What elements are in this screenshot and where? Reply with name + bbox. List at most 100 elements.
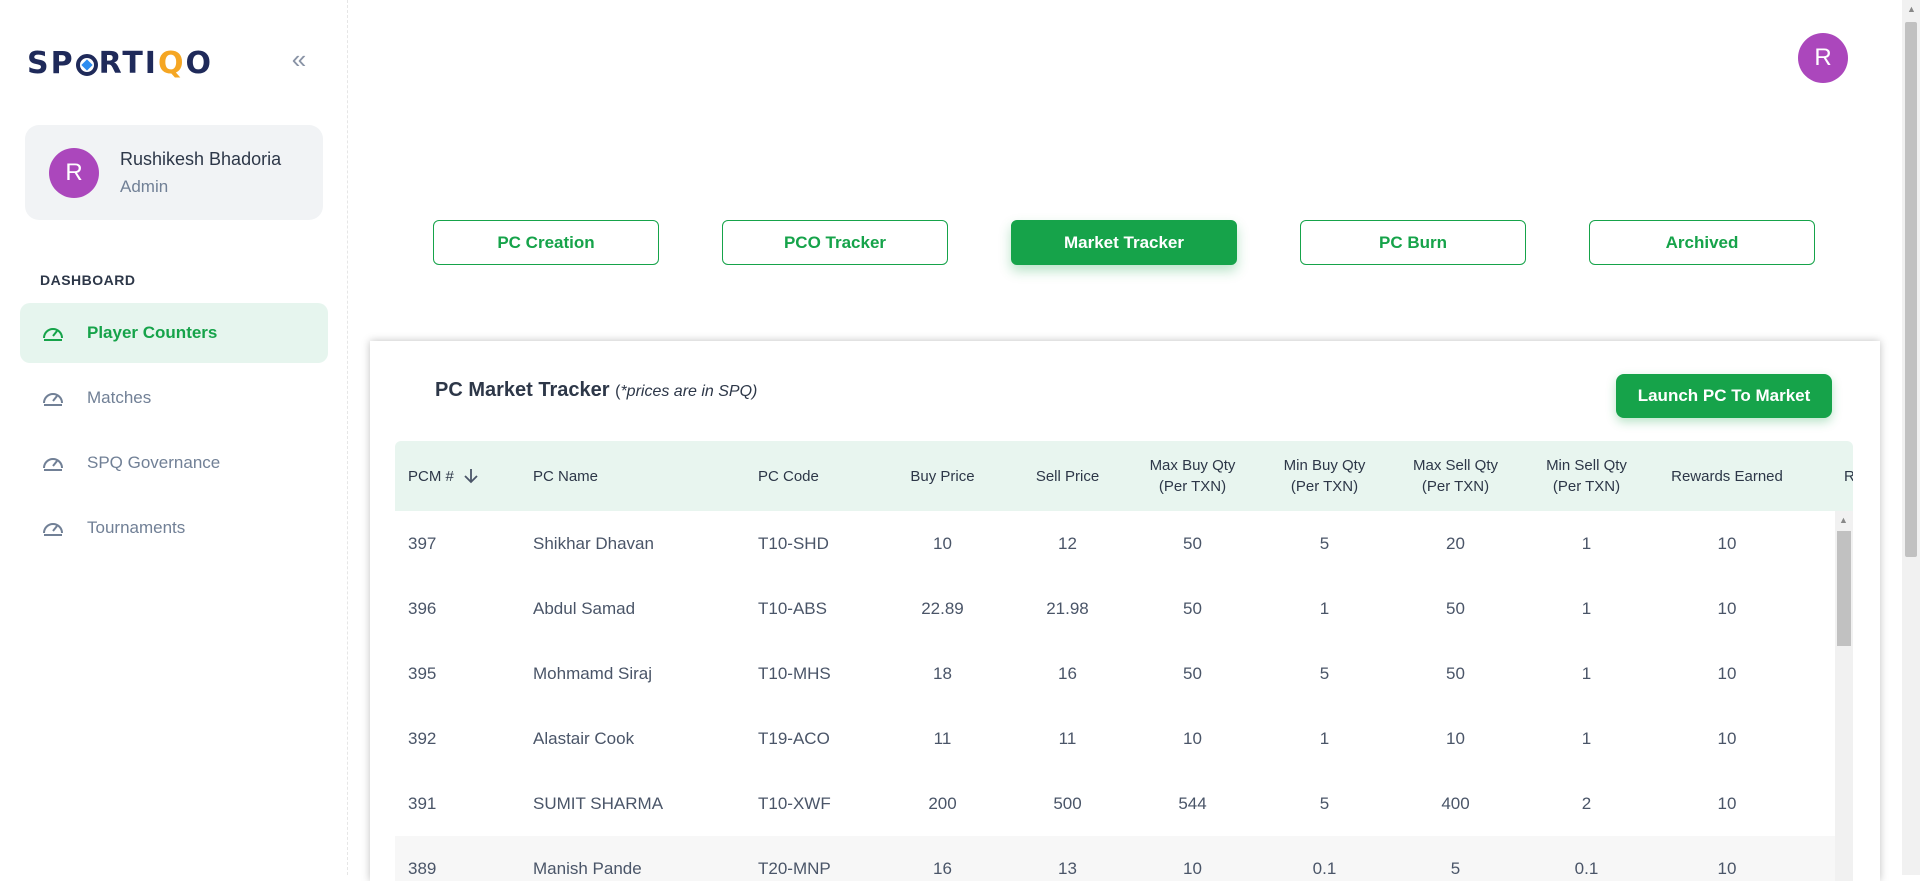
- cell-rewards-earned: 10: [1717, 534, 1737, 553]
- cell-pc-code: T10-XWF: [758, 794, 831, 813]
- scrollbar-thumb[interactable]: [1905, 22, 1917, 557]
- cell-pc-code: T10-MHS: [758, 664, 831, 683]
- cell-sell-price: 12: [1058, 534, 1077, 553]
- cell-pcm: 397: [408, 534, 437, 553]
- user-card: R Rushikesh Bhadoria Admin: [25, 125, 323, 220]
- table-row[interactable]: 397 Shikhar Dhavan T10-SHD 10 12 50 5 20 1 10: [395, 511, 1835, 577]
- cell-max-sell-qty: 50: [1446, 664, 1465, 683]
- cell-pc-name: Manish Pande: [533, 859, 642, 878]
- cell-buy-price: 200: [928, 794, 957, 813]
- cell-sell-price: 11: [1058, 729, 1077, 748]
- cell-pcm: 389: [408, 859, 437, 878]
- cell-max-sell-qty: 20: [1446, 534, 1465, 553]
- cell-min-buy-qty: 0.1: [1312, 859, 1337, 878]
- cell-pc-code: T10-SHD: [758, 534, 829, 553]
- cell-pc-code: T19-ACO: [758, 729, 830, 748]
- market-tracker-card: PC Market Tracker (*prices are in SPQ) L…: [370, 341, 1880, 881]
- cell-rewards-earned: 10: [1717, 859, 1737, 878]
- cell-max-buy-qty: 10: [1183, 729, 1202, 748]
- cell-max-sell-qty: 5: [1450, 859, 1461, 878]
- cell-min-sell-qty: 1: [1581, 729, 1592, 748]
- cell-buy-price: 10: [933, 534, 952, 553]
- cell-max-sell-qty: 400: [1441, 794, 1470, 813]
- speedometer-icon: [43, 328, 63, 341]
- page-scrollbar[interactable]: ▲: [1902, 0, 1920, 875]
- cell-pc-code: T10-ABS: [758, 599, 827, 618]
- column-header-pc-name: PC Name: [533, 467, 599, 485]
- column-header-max-sell-qty: Max Sell Qty (Per TXN): [1412, 457, 1499, 495]
- cell-rewards-earned: 10: [1717, 794, 1737, 813]
- scroll-up-arrow-icon[interactable]: ▲: [1907, 4, 1916, 14]
- cell-pc-name: Mohmamd Siraj: [533, 664, 653, 683]
- cell-pc-name: Abdul Samad: [533, 599, 636, 618]
- launch-pc-to-market-button[interactable]: Launch PC To Market: [1616, 374, 1832, 418]
- cell-max-buy-qty: 10: [1183, 859, 1202, 878]
- tab-pc-creation[interactable]: PC Creation: [433, 220, 659, 265]
- cell-buy-price: 18: [933, 664, 952, 683]
- price-note: (*prices are in SPQ): [615, 383, 758, 400]
- sidebar-item-label: Tournaments: [87, 518, 186, 537]
- market-table: PCM # PC Name PC Code Buy Price Sell Pri…: [395, 441, 1853, 881]
- cell-buy-price: 22.89: [921, 599, 964, 618]
- column-header-buy-price: Buy Price: [910, 467, 975, 485]
- cell-rewards-earned: 10: [1717, 729, 1737, 748]
- cell-buy-price: 16: [933, 859, 952, 878]
- cell-max-sell-qty: 10: [1446, 729, 1465, 748]
- user-name: Rushikesh Bhadoria: [120, 149, 282, 169]
- column-header-min-buy-qty: Min Buy Qty (Per TXN): [1283, 457, 1366, 495]
- cell-max-buy-qty: 544: [1178, 794, 1207, 813]
- cell-min-sell-qty: 1: [1581, 534, 1592, 553]
- tab-pco-tracker[interactable]: PCO Tracker: [722, 220, 948, 265]
- tab-archived[interactable]: Archived: [1589, 220, 1815, 265]
- sidebar-item-tournaments[interactable]: Tournaments: [20, 498, 328, 558]
- column-header-min-sell-qty: Min Sell Qty (Per TXN): [1546, 457, 1627, 495]
- cell-max-sell-qty: 50: [1446, 599, 1465, 618]
- sidebar-item-matches[interactable]: Matches: [20, 368, 328, 428]
- cell-min-buy-qty: 5: [1319, 664, 1330, 683]
- tab-pc-burn[interactable]: PC Burn: [1300, 220, 1526, 265]
- table-header: PCM # PC Name PC Code Buy Price Sell Pri…: [395, 441, 1853, 511]
- sidebar-item-label: Matches: [87, 388, 152, 407]
- sportiqo-logo[interactable]: SP RTIQO: [27, 46, 213, 81]
- user-role: Admin: [120, 177, 169, 196]
- sidebar-item-spq-governance[interactable]: SPQ Governance: [20, 433, 328, 493]
- column-header-pc-code: PC Code: [758, 467, 819, 485]
- cell-pc-name: Shikhar Dhavan: [533, 534, 654, 553]
- cell-pcm: 392: [408, 729, 437, 748]
- scrollbar-thumb[interactable]: [1837, 531, 1851, 646]
- cell-pc-code: T20-MNP: [758, 859, 831, 878]
- cell-rewards-earned: 10: [1717, 599, 1737, 618]
- table-scrollbar[interactable]: ▲: [1835, 511, 1853, 881]
- cell-pc-name: Alastair Cook: [533, 729, 635, 748]
- table-row[interactable]: 395 Mohmamd Siraj T10-MHS 18 16 50 5 50 1 10: [395, 641, 1835, 707]
- column-header-rewards-earned: Rewards Earned: [1671, 467, 1783, 485]
- cell-pcm: 391: [408, 794, 437, 813]
- sidebar-section-label: DASHBOARD: [40, 272, 136, 288]
- collapse-sidebar-icon[interactable]: «: [286, 46, 312, 74]
- cell-min-sell-qty: 1: [1581, 599, 1592, 618]
- cell-min-buy-qty: 5: [1319, 794, 1330, 813]
- logo-o-icon: [75, 54, 98, 76]
- header-avatar[interactable]: R: [1798, 33, 1848, 83]
- table-row[interactable]: 396 Abdul Samad T10-ABS 22.89 21.98 50 1 50 1 10: [395, 576, 1835, 642]
- cell-min-sell-qty: 2: [1581, 794, 1592, 813]
- table-row[interactable]: 392 Alastair Cook T19-ACO 11 11 10 1 10 1 10: [395, 706, 1835, 772]
- speedometer-icon: [43, 393, 63, 406]
- cell-pcm: 396: [408, 599, 437, 618]
- cell-max-buy-qty: 50: [1183, 599, 1202, 618]
- table-row[interactable]: 391 SUMIT SHARMA T10-XWF 200 500 544 5 400 2 10: [395, 771, 1835, 837]
- sort-desc-arrow-icon[interactable]: [462, 467, 480, 485]
- column-header-pcm[interactable]: PCM #: [408, 441, 508, 511]
- sidebar: SP RTIQO « R Rushikesh Bhadoria Admin DAS…: [0, 0, 348, 875]
- sidebar-item-label: SPQ Governance: [87, 453, 221, 472]
- cell-min-buy-qty: 5: [1319, 534, 1330, 553]
- sidebar-item-label: Player Counters: [87, 323, 218, 342]
- cell-sell-price: 21.98: [1046, 599, 1089, 618]
- card-title: PC Market Tracker (*prices are in SPQ): [435, 379, 758, 401]
- sidebar-item-player-counters[interactable]: Player Counters: [20, 303, 328, 363]
- scroll-up-arrow-icon[interactable]: ▲: [1839, 515, 1848, 525]
- cell-max-buy-qty: 50: [1183, 664, 1202, 683]
- tab-market-tracker[interactable]: Market Tracker: [1011, 220, 1237, 265]
- cell-sell-price: 500: [1053, 794, 1082, 813]
- table-row[interactable]: 389 Manish Pande T20-MNP 16 13 10 0.1 5 0.1 10: [395, 836, 1835, 881]
